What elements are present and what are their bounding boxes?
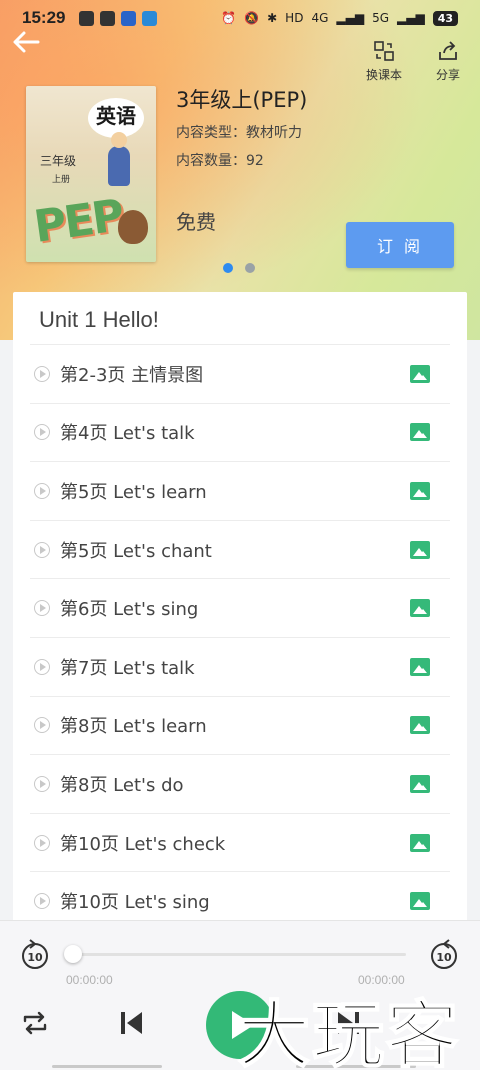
play-circle-icon[interactable] [34, 893, 50, 910]
alarm-icon: ⏰ [221, 11, 237, 25]
signal-icon: ▂▄▆ [336, 11, 365, 25]
track-label: 第8页 Let's learn [60, 716, 207, 738]
carousel-dot-active[interactable] [223, 263, 233, 273]
telegram-icon [142, 10, 158, 26]
repeat-button[interactable] [20, 1009, 50, 1041]
image-icon[interactable] [410, 774, 430, 793]
back-arrow-icon[interactable] [10, 28, 42, 56]
play-circle-icon[interactable] [34, 424, 50, 441]
repeat-icon [23, 1011, 47, 1035]
image-icon[interactable] [410, 481, 430, 500]
track-row[interactable]: 第6页 Let's sing [30, 578, 450, 637]
unit-title: Unit 1 Hello! [39, 307, 159, 332]
image-icon[interactable] [410, 833, 430, 852]
mail-icon [100, 10, 116, 26]
content-count: 内容数量：92 [176, 153, 264, 169]
signal-icon: ▂▄▆ [397, 11, 425, 25]
cover-pep-logo: PEP [30, 190, 126, 253]
price-label: 免费 [176, 210, 216, 234]
book-title: 3年级上(PEP) [176, 88, 308, 112]
track-label: 第7页 Let's talk [60, 657, 195, 679]
track-label: 第10页 Let's check [60, 833, 226, 855]
bluetooth-icon: ✱ [267, 11, 278, 25]
forward-10-button[interactable]: 10 [429, 937, 459, 971]
track-label: 第5页 Let's chant [60, 540, 212, 562]
track-label: 第6页 Let's sing [60, 599, 199, 621]
battery-icon: 43 [432, 10, 458, 26]
track-label: 第8页 Let's do [60, 774, 184, 796]
track-row[interactable]: 第5页 Let's learn [30, 461, 450, 520]
switch-book-button[interactable]: 换课本 [356, 40, 412, 83]
switch-book-icon [374, 41, 394, 61]
network-5g: 5G [372, 11, 389, 25]
play-circle-icon[interactable] [34, 600, 50, 617]
status-time: 15:29 [22, 8, 66, 27]
play-circle-icon[interactable] [34, 775, 50, 792]
image-icon[interactable] [410, 364, 430, 383]
track-row[interactable]: 第8页 Let's do [30, 754, 450, 813]
app-notification-icon [121, 10, 137, 26]
play-circle-icon[interactable] [34, 541, 50, 558]
track-label: 第5页 Let's learn [60, 481, 207, 503]
status-bar: 15:29 ⏰ 🔕 ✱ HD 4G ▂▄▆ 5G ▂▄▆ 43 [0, 0, 480, 36]
content-type: 内容类型：教材听力 [176, 125, 302, 141]
progress-bar[interactable] [72, 953, 406, 956]
image-icon[interactable] [410, 657, 430, 676]
share-label: 分享 [435, 68, 460, 82]
track-row[interactable]: 第4页 Let's talk [30, 402, 450, 462]
notification-icons [79, 10, 158, 26]
track-row[interactable]: 第7页 Let's talk [30, 637, 450, 696]
track-row[interactable]: 第5页 Let's chant [30, 519, 450, 579]
play-circle-icon[interactable] [34, 717, 50, 734]
carousel-dot[interactable] [245, 263, 255, 273]
hd-indicator: HD [285, 11, 304, 25]
current-time: 00:00:00 [66, 973, 113, 987]
track-list-card: Unit 1 Hello! 第2-3页 主情景图 第4页 Let's talk 第5… [13, 292, 467, 942]
image-icon[interactable] [410, 892, 430, 911]
play-circle-icon[interactable] [34, 658, 50, 675]
cover-illustration-kid [108, 132, 130, 186]
network-4g: 4G [311, 11, 329, 25]
image-icon[interactable] [410, 540, 430, 559]
track-row[interactable]: 第10页 Let's check [30, 812, 450, 872]
home-indicator [52, 1065, 162, 1068]
book-cover: 英语 三年级 上册 PEP [26, 86, 156, 262]
cover-grade: 三年级 [40, 154, 77, 168]
track-label: 第4页 Let's talk [60, 423, 195, 445]
image-icon[interactable] [410, 599, 430, 618]
switch-book-label: 换课本 [365, 68, 402, 82]
carousel-dots [223, 263, 255, 273]
mute-icon: 🔕 [244, 11, 260, 25]
track-row[interactable]: 第2-3页 主情景图 [30, 344, 450, 403]
watermark: 大玩客 [237, 991, 461, 1070]
app-notification-icon [79, 10, 95, 26]
subscribe-button[interactable]: 订 阅 [346, 222, 454, 268]
track-row[interactable]: 第8页 Let's learn [30, 695, 450, 755]
image-icon[interactable] [410, 716, 430, 735]
previous-button[interactable] [118, 1009, 146, 1041]
share-button[interactable]: 分享 [420, 40, 476, 83]
share-icon [439, 41, 457, 60]
track-label: 第10页 Let's sing [60, 892, 210, 914]
system-icons: ⏰ 🔕 ✱ HD 4G ▂▄▆ 5G ▂▄▆ 43 [221, 10, 458, 26]
cover-volume: 上册 [52, 175, 71, 185]
rewind-10-button[interactable]: 10 [20, 937, 50, 971]
play-circle-icon[interactable] [34, 834, 50, 851]
cover-illustration-bear [118, 210, 148, 244]
progress-knob[interactable] [64, 945, 82, 963]
play-circle-icon[interactable] [34, 365, 50, 382]
previous-icon [121, 1012, 142, 1034]
image-icon[interactable] [410, 423, 430, 442]
track-label: 第2-3页 主情景图 [60, 364, 204, 386]
play-circle-icon[interactable] [34, 482, 50, 499]
